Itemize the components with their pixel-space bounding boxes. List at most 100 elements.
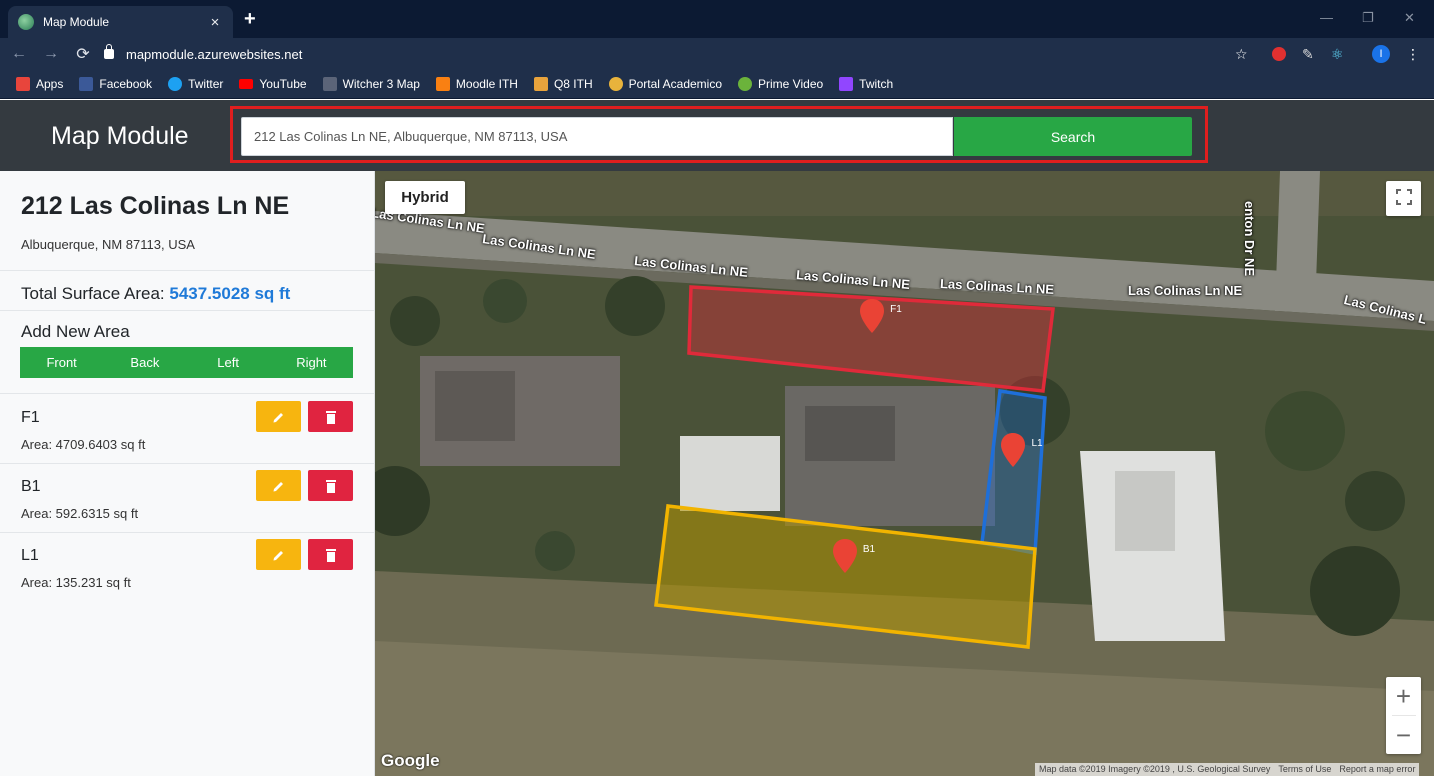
trash-icon	[325, 410, 336, 424]
add-area-button-group: Front Back Left Right	[20, 347, 353, 378]
satellite-imagery	[375, 171, 1434, 776]
close-window-icon[interactable]: ✕	[1404, 10, 1415, 26]
marker-l1[interactable]: L1	[1001, 433, 1043, 467]
bookmark-star-icon[interactable]: ☆	[1235, 46, 1248, 63]
marker-b1[interactable]: B1	[833, 539, 875, 573]
app-brand[interactable]: Map Module	[51, 122, 189, 151]
browser-tab-strip: Map Module × + — ❐ ✕	[0, 0, 1434, 38]
trash-icon	[325, 548, 336, 562]
add-front-button[interactable]: Front	[20, 347, 103, 378]
pencil-icon	[273, 481, 283, 491]
extension-pen-icon[interactable]: ✎	[1302, 46, 1314, 63]
browser-menu-icon[interactable]: ⋮	[1406, 46, 1420, 63]
apps-grid-icon	[16, 77, 30, 91]
prime-video-icon	[738, 77, 753, 91]
delete-area-button[interactable]	[308, 539, 353, 570]
forward-arrow-icon[interactable]: →	[38, 45, 64, 63]
add-new-area-title: Add New Area	[21, 322, 130, 341]
google-logo: Google	[381, 751, 440, 770]
bookmark-portal[interactable]: Portal Academico	[608, 77, 722, 91]
url-text: mapmodule.azurewebsites.net	[126, 46, 303, 62]
bookmark-twitch[interactable]: Twitch	[839, 77, 893, 91]
bookmark-moodle[interactable]: Moodle ITH	[435, 77, 518, 91]
address-title: 212 Las Colinas Ln NE	[21, 192, 290, 220]
terms-of-use-link[interactable]: Terms of Use	[1278, 764, 1331, 775]
bookmark-apps[interactable]: Apps	[16, 77, 63, 91]
bookmark-twitter[interactable]: Twitter	[168, 77, 223, 91]
add-left-button[interactable]: Left	[187, 347, 270, 378]
area-name: L1	[21, 547, 39, 564]
minimize-icon[interactable]: —	[1320, 10, 1333, 25]
address-subtitle: Albuquerque, NM 87113, USA	[21, 237, 195, 252]
total-value: 5437.5028 sq ft	[169, 284, 291, 303]
report-error-link[interactable]: Report a map error	[1339, 764, 1415, 775]
zoom-control: + −	[1386, 677, 1421, 754]
area-value: Area: 135.231 sq ft	[21, 575, 131, 590]
map-canvas[interactable]: Las Colinas Ln NE Las Colinas Ln NE Las …	[375, 171, 1434, 776]
add-back-button[interactable]: Back	[103, 347, 186, 378]
marker-label: F1	[890, 304, 902, 315]
divider	[0, 310, 374, 311]
moodle-icon	[435, 77, 450, 91]
map-pin-icon	[833, 539, 857, 573]
bookmark-facebook[interactable]: Facebook	[79, 77, 152, 91]
browser-toolbar: ← → ⟳ mapmodule.azurewebsites.net	[0, 38, 1434, 70]
delete-area-button[interactable]	[308, 470, 353, 501]
bookmarks-bar: Apps Facebook Twitter YouTube Witcher 3 …	[0, 70, 1434, 99]
lock-icon	[104, 44, 114, 59]
sidebar: 212 Las Colinas Ln NE Albuquerque, NM 87…	[0, 171, 375, 776]
edit-area-button[interactable]	[256, 539, 301, 570]
zoom-out-button[interactable]: −	[1386, 716, 1421, 754]
marker-f1[interactable]: F1	[860, 299, 902, 333]
bookmark-witcher[interactable]: Witcher 3 Map	[322, 77, 420, 91]
edit-area-button[interactable]	[256, 470, 301, 501]
twitch-icon	[839, 77, 854, 91]
bookmark-youtube[interactable]: YouTube	[239, 77, 307, 91]
reload-icon[interactable]: ⟳	[70, 44, 96, 64]
area-value: Area: 4709.6403 sq ft	[21, 437, 146, 452]
react-devtools-icon[interactable]: ⚛	[1331, 46, 1344, 63]
map-favicon-icon	[18, 14, 34, 30]
twitter-icon	[168, 77, 183, 91]
marker-label: L1	[1031, 438, 1043, 449]
divider	[0, 270, 374, 271]
delete-area-button[interactable]	[308, 401, 353, 432]
youtube-icon	[239, 79, 254, 89]
bookmark-prime-video[interactable]: Prime Video	[738, 77, 823, 91]
total-label: Total Surface Area:	[21, 284, 165, 303]
restore-icon[interactable]: ❐	[1362, 10, 1374, 26]
map-type-button[interactable]: Hybrid	[385, 181, 465, 214]
address-bar[interactable]: mapmodule.azurewebsites.net	[104, 41, 1264, 67]
bookmark-q8[interactable]: Q8 ITH	[533, 77, 593, 91]
add-right-button[interactable]: Right	[270, 347, 353, 378]
area-item-l1: L1 Area: 135.231 sq ft	[0, 533, 374, 601]
edit-area-button[interactable]	[256, 401, 301, 432]
map-pin-icon	[1001, 433, 1025, 467]
fullscreen-button[interactable]	[1386, 181, 1421, 216]
profile-avatar[interactable]: I	[1372, 45, 1390, 63]
zoom-in-button[interactable]: +	[1386, 677, 1421, 715]
marker-label: B1	[862, 544, 876, 555]
pencil-icon	[273, 412, 283, 422]
facebook-icon	[79, 77, 94, 91]
tab-close-icon[interactable]: ×	[207, 14, 223, 31]
area-name: F1	[21, 409, 40, 426]
q8-icon	[533, 77, 548, 91]
area-item-f1: F1 Area: 4709.6403 sq ft	[0, 395, 374, 463]
street-label: Las Colinas Ln NE	[1128, 283, 1243, 298]
area-item-b1: B1 Area: 592.6315 sq ft	[0, 464, 374, 532]
tab-title: Map Module	[43, 15, 110, 29]
map-attribution: Map data ©2019 Imagery ©2019 , U.S. Geol…	[1035, 763, 1420, 776]
back-arrow-icon[interactable]: ←	[6, 45, 32, 63]
fullscreen-icon	[1395, 189, 1412, 205]
address-search-input[interactable]	[241, 117, 953, 156]
area-value: Area: 592.6315 sq ft	[21, 506, 139, 521]
extension-red-icon[interactable]	[1272, 47, 1286, 61]
new-tab-button[interactable]: +	[244, 9, 256, 29]
witcher-icon	[322, 77, 337, 91]
area-name: B1	[21, 478, 41, 495]
divider	[0, 393, 374, 394]
browser-tab[interactable]: Map Module ×	[8, 6, 233, 38]
total-surface-area: Total Surface Area: 5437.5028 sq ft	[21, 284, 290, 304]
search-button[interactable]: Search	[954, 117, 1192, 156]
